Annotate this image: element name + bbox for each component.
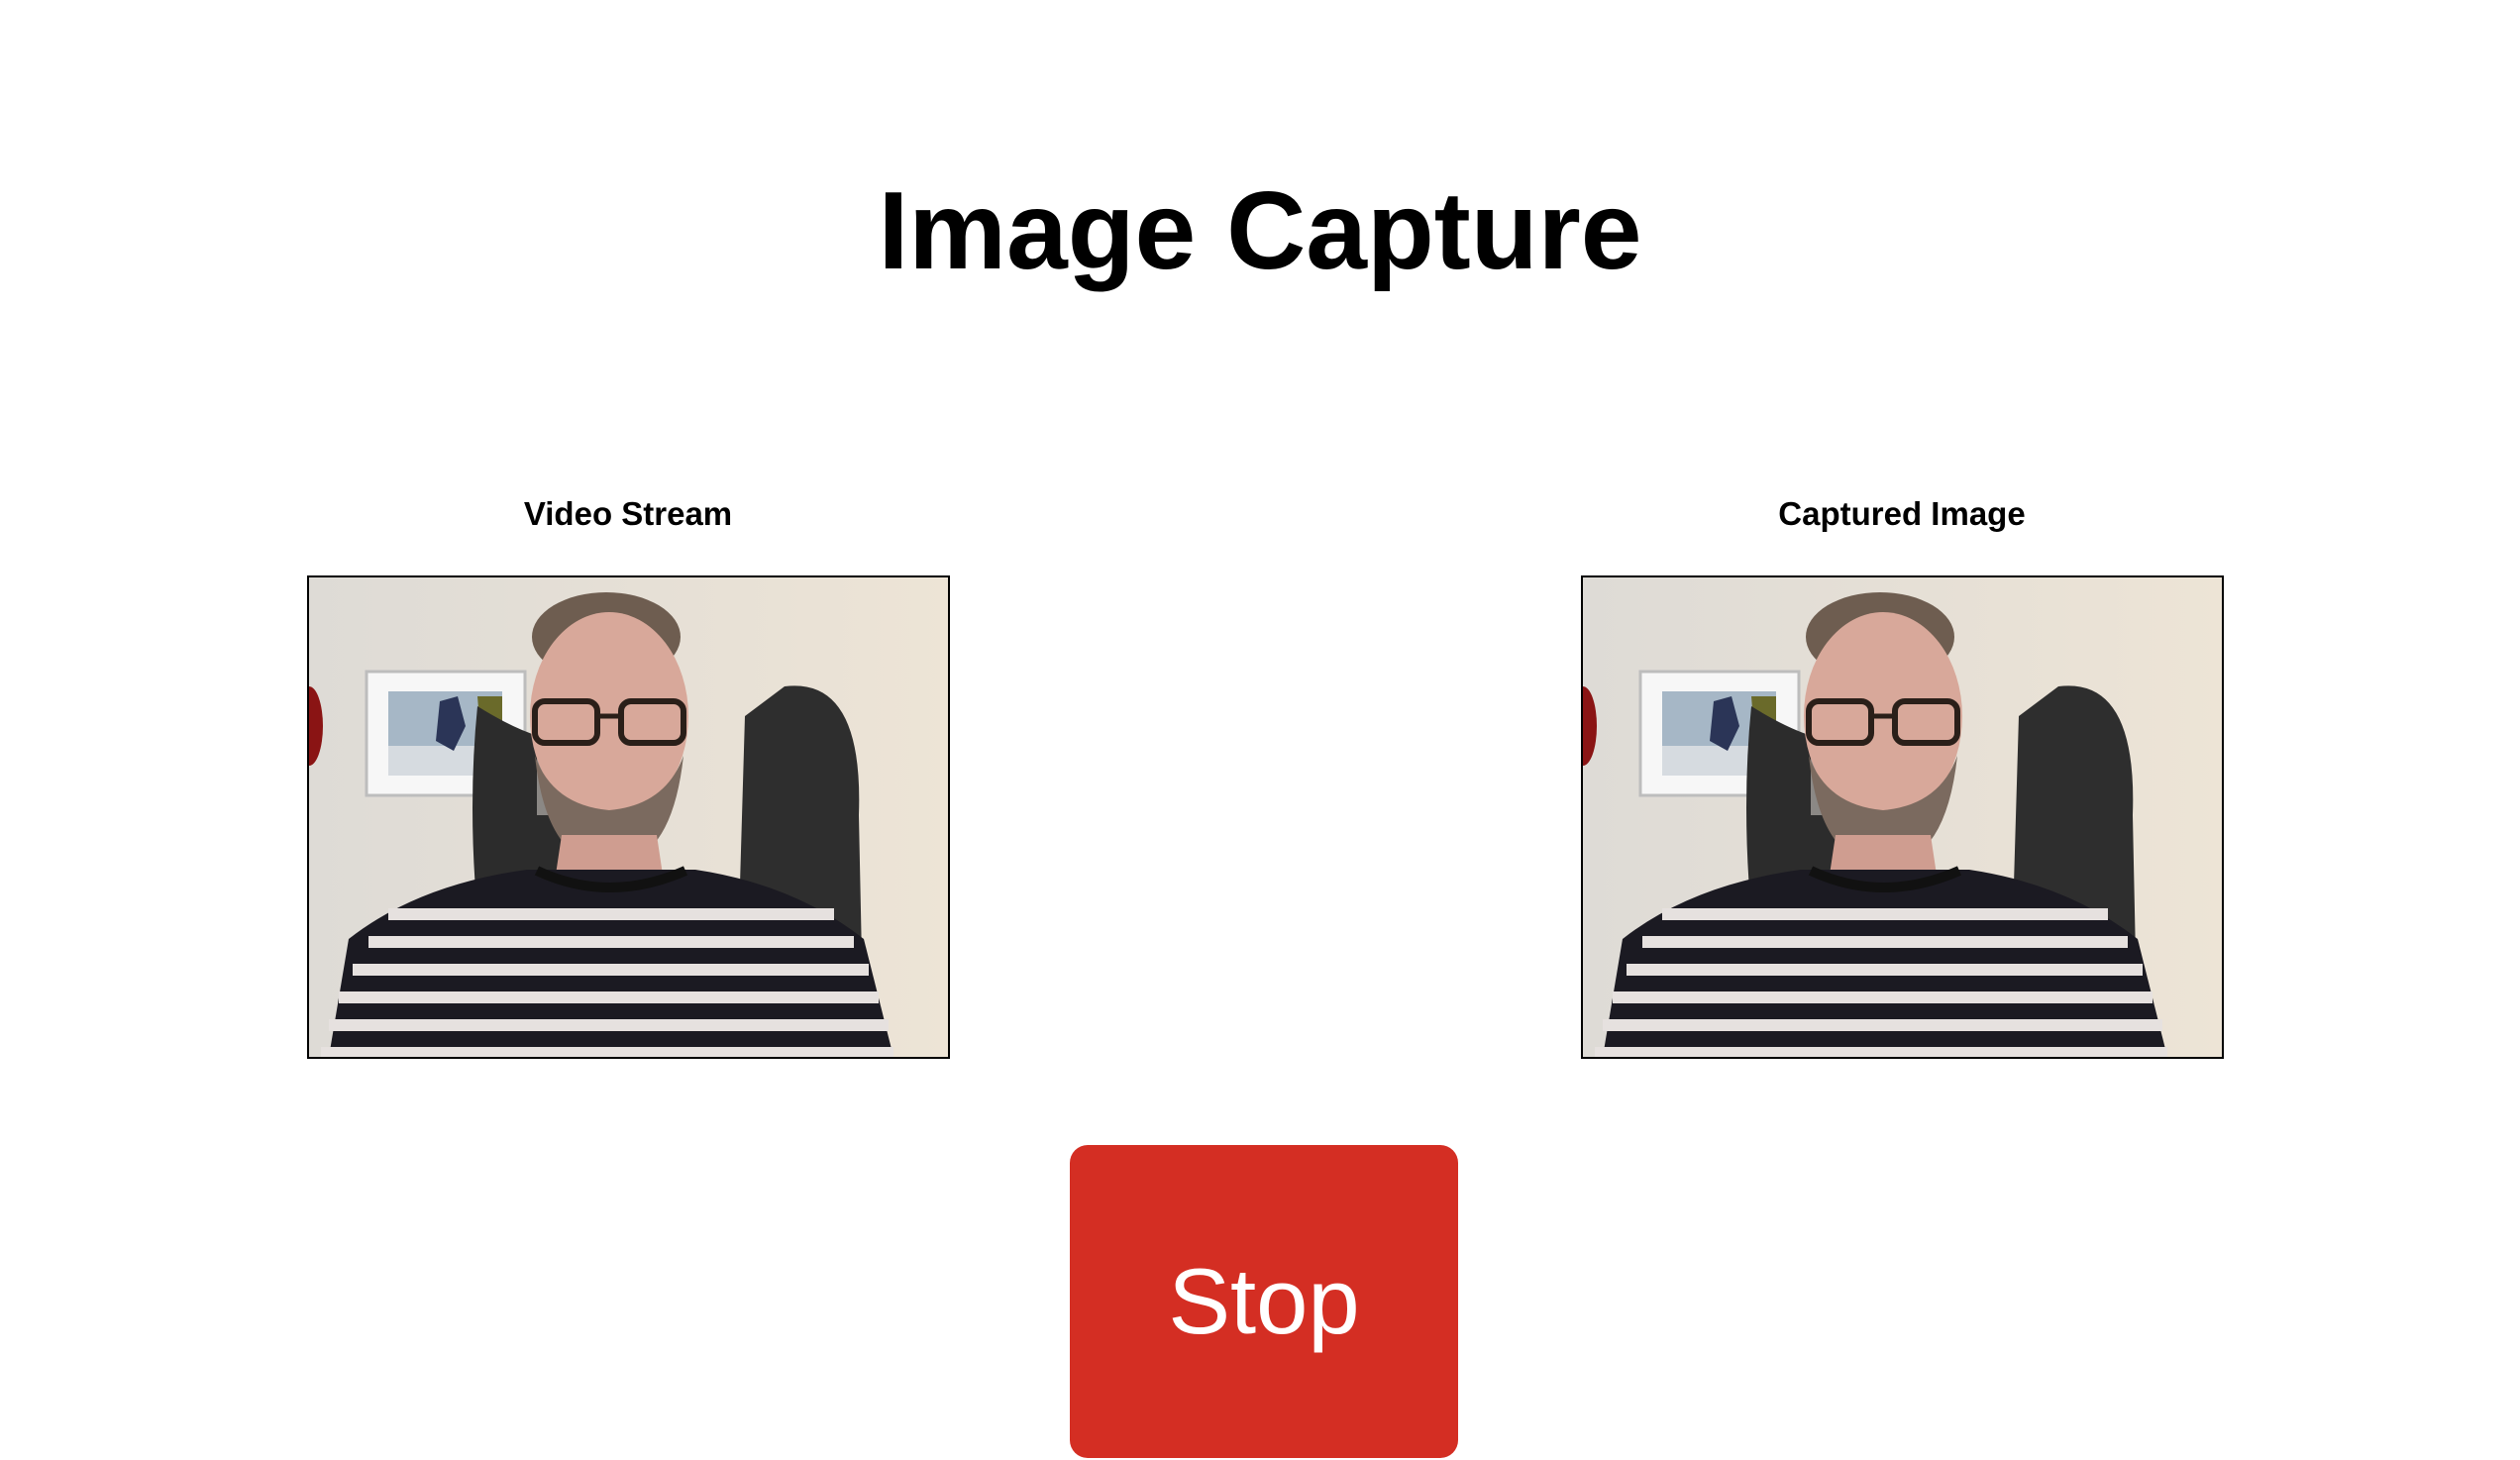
page: Image Capture Video Stream Captured Imag…: [0, 0, 2520, 1460]
captured-photo-image: [1583, 577, 2222, 1057]
captured-image-panel: Captured Image: [1581, 489, 2224, 1059]
captured-image-view: [1581, 575, 2224, 1059]
captured-image-label: Captured Image: [1778, 495, 2026, 532]
webcam-feed-image: [309, 577, 948, 1057]
stop-button[interactable]: Stop: [1070, 1145, 1458, 1458]
video-stream-label: Video Stream: [523, 495, 733, 532]
page-title: Image Capture: [878, 169, 1642, 292]
video-stream-panel: Video Stream: [307, 489, 950, 1059]
video-stream-view: [307, 575, 950, 1059]
